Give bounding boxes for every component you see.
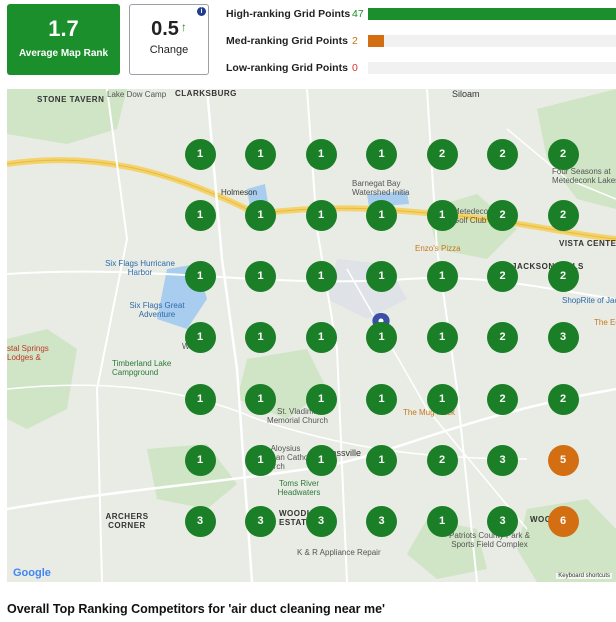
legend-bar-track [368, 62, 616, 74]
legend-row-low: Low-ranking Grid Points 0 [226, 58, 616, 85]
google-logo: Google [13, 567, 51, 579]
grid-point[interactable]: 1 [366, 445, 397, 476]
change-card: i 0.5 ↑ Change [129, 4, 209, 75]
grid-point[interactable]: 1 [245, 445, 276, 476]
map-label: K & R Appliance Repair [297, 548, 381, 557]
grid-point[interactable]: 1 [426, 199, 458, 231]
map-label: Holmeson [221, 188, 258, 197]
legend-bar-track [368, 35, 616, 47]
grid-point[interactable]: 2 [547, 383, 579, 415]
grid-point[interactable]: 1 [184, 445, 216, 476]
grid-point[interactable]: 1 [426, 506, 458, 538]
grid-point[interactable]: 1 [245, 261, 276, 293]
legend-label: High-ranking Grid Points [226, 8, 351, 20]
map-label: CLARKSBURG [175, 89, 237, 98]
grid-point[interactable]: 2 [487, 138, 518, 170]
legend-bar-fill [368, 35, 385, 47]
grid-point[interactable]: 1 [426, 383, 458, 415]
map-label: Four Seasons at Metedeconk Lakes [552, 167, 616, 185]
legend-row-med: Med-ranking Grid Points 2 [226, 31, 616, 58]
grid-point[interactable]: 1 [305, 445, 337, 476]
map-label: Siloam [452, 89, 480, 99]
map-label: ARCHERS CORNER [105, 512, 149, 530]
legend-label: Low-ranking Grid Points [226, 62, 348, 74]
grid-point[interactable]: 1 [245, 199, 276, 231]
map-label: Lake Dow Camp [107, 90, 167, 99]
grid-point[interactable]: 1 [426, 322, 458, 354]
legend-bar-track [368, 8, 616, 20]
grid-point[interactable]: 1 [305, 261, 337, 293]
map-label: Barnegat Bay Watershed Initia [352, 179, 410, 197]
grid-point[interactable]: 2 [547, 199, 579, 231]
grid-points-legend: High-ranking Grid Points 47 Med-ranking … [226, 4, 616, 85]
grid-point[interactable]: 1 [184, 322, 216, 354]
average-map-rank-value: 1.7 [48, 16, 79, 41]
grid-point[interactable]: 1 [305, 383, 337, 415]
average-map-rank-label: Average Map Rank [18, 48, 109, 59]
grid-point[interactable]: 1 [426, 261, 458, 293]
map-label: VISTA CENTER [559, 239, 616, 248]
legend-label: Med-ranking Grid Points [226, 35, 348, 47]
grid-point[interactable]: 1 [366, 199, 397, 231]
grid-point[interactable]: 6 [547, 506, 579, 538]
grid-point[interactable]: 2 [426, 138, 458, 170]
grid-point[interactable]: 2 [547, 261, 579, 293]
grid-point[interactable]: 1 [184, 138, 216, 170]
map-label: Six Flags Great Adventure [129, 301, 185, 319]
grid-point[interactable]: 3 [305, 506, 337, 538]
legend-count: 47 [352, 8, 364, 20]
grid-point[interactable]: 1 [184, 261, 216, 293]
grid-point[interactable]: 2 [547, 138, 579, 170]
legend-row-high: High-ranking Grid Points 47 [226, 4, 616, 31]
rank-grid-map[interactable]: STONE TAVERN Lake Dow Camp CLARKSBURG Si… [7, 89, 616, 582]
grid-point[interactable]: 1 [184, 383, 216, 415]
grid-point[interactable]: 2 [487, 261, 518, 293]
grid-point[interactable]: 5 [547, 445, 579, 476]
legend-count: 2 [352, 35, 358, 47]
map-label: Toms River Headwaters [277, 479, 321, 497]
grid-point[interactable]: 1 [245, 138, 276, 170]
grid-point[interactable]: 1 [305, 322, 337, 354]
map-label: ShopRite of Jackson [562, 296, 616, 305]
grid-point[interactable]: 2 [426, 445, 458, 476]
grid-point[interactable]: 3 [184, 506, 216, 538]
keyboard-shortcuts-link[interactable]: Keyboard shortcuts [556, 573, 612, 579]
grid-point[interactable]: 1 [245, 383, 276, 415]
grid-point[interactable]: 1 [366, 138, 397, 170]
change-label: Change [149, 44, 189, 56]
map-label: The Ed [594, 318, 616, 327]
change-value: 0.5 [151, 18, 179, 40]
map-label: Timberland Lake Campground [112, 359, 172, 377]
grid-point[interactable]: 1 [184, 199, 216, 231]
grid-point[interactable]: 1 [305, 138, 337, 170]
competitors-section-title: Overall Top Ranking Competitors for 'air… [7, 602, 386, 616]
legend-count: 0 [352, 62, 358, 74]
map-label: Patriots County Park & Sports Field Comp… [449, 531, 530, 549]
grid-point[interactable]: 2 [487, 199, 518, 231]
map-label: Enzo's Pizza [415, 244, 461, 253]
legend-bar-fill [368, 8, 616, 20]
grid-point[interactable]: 1 [366, 383, 397, 415]
grid-point[interactable]: 2 [487, 383, 518, 415]
grid-point[interactable]: 1 [305, 199, 337, 231]
info-icon[interactable]: i [197, 7, 206, 16]
grid-point[interactable]: 3 [547, 322, 579, 354]
map-label: STONE TAVERN [37, 95, 105, 104]
average-map-rank-card: 1.7 Average Map Rank [7, 4, 120, 75]
map-label: Six Flags Hurricane Harbor [105, 259, 175, 277]
arrow-up-icon: ↑ [180, 20, 187, 34]
grid-point[interactable]: 3 [487, 445, 518, 476]
grid-point[interactable]: 1 [366, 261, 397, 293]
map-label: stal Springs Lodges & [7, 344, 49, 362]
